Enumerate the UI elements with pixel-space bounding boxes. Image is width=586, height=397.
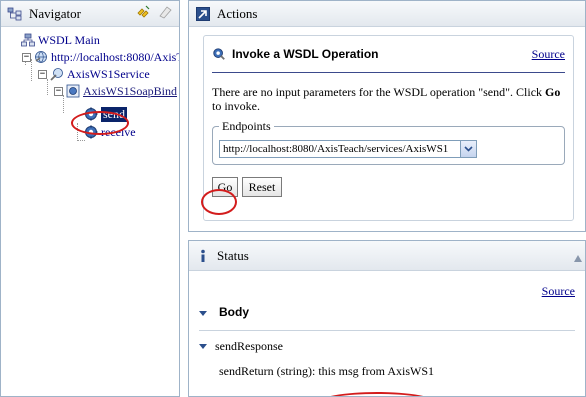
tree-item-receive[interactable]: receive [84, 124, 136, 140]
collapse-triangle-icon[interactable] [199, 310, 207, 316]
return-label: sendReturn (string): [219, 364, 316, 378]
eraser-icon[interactable] [157, 4, 173, 24]
tree-label-binding: AxisWS1SoapBind [83, 83, 178, 98]
response-label: sendResponse [215, 339, 283, 353]
invoke-operation-panel: Invoke a WSDL Operation Source There are… [203, 35, 574, 221]
actions-pane: Actions Invoke a WSDL Operation Source T… [188, 0, 586, 232]
tree-label-wsdl-main: WSDL Main [38, 32, 100, 47]
status-source-link[interactable]: Source [542, 284, 575, 298]
tree-item-endpoint-url[interactable]: − http://localhost:8080/AxisT [22, 49, 180, 65]
binding-icon [66, 84, 80, 98]
operation-title: Invoke a WSDL Operation [232, 47, 379, 61]
actions-arrow-icon [195, 6, 211, 22]
link-icon[interactable] [135, 4, 151, 24]
wsdl-tree: WSDL Main − http://localhost:8080/AxisT … [1, 27, 179, 141]
status-title: Status [217, 247, 249, 263]
tree-item-binding[interactable]: − AxisWS1SoapBind [54, 83, 177, 99]
navigator-pane: Navigator WSDL Main − http://localhost:8… [0, 0, 180, 397]
tree-label-send: send [101, 106, 127, 122]
go-button[interactable]: Go [212, 177, 238, 197]
globe-service-icon [34, 50, 48, 64]
collapse-icon[interactable]: − [54, 86, 63, 96]
actions-header: Actions [189, 1, 585, 27]
collapse-icon[interactable]: − [38, 69, 47, 79]
operation-message: There are no input parameters for the WS… [212, 85, 565, 113]
highlight-ring-result [317, 392, 437, 396]
tree-item-send[interactable]: send [84, 106, 127, 122]
navigator-header: Navigator [1, 1, 179, 27]
tree-label-endpoint-url: http://localhost:8080/AxisT [51, 49, 180, 64]
divider [212, 72, 565, 73]
tree-item-wsdl-main[interactable]: WSDL Main [21, 32, 100, 48]
maximize-icon[interactable] [573, 251, 583, 262]
endpoints-legend: Endpoints [222, 119, 271, 133]
tree-label-receive: receive [101, 124, 136, 139]
collapse-icon[interactable]: − [22, 52, 31, 62]
reset-button[interactable]: Reset [242, 177, 282, 197]
gear-icon [84, 125, 98, 139]
status-content: Source Body sendResponse sendReturn (str… [189, 284, 585, 396]
send-response-node[interactable]: sendResponse [199, 339, 575, 354]
message-text-2: to invoke. [212, 99, 260, 113]
body-section-header[interactable]: Body [199, 305, 575, 320]
tree-item-service[interactable]: − AxisWS1Service [38, 66, 150, 82]
chevron-down-icon[interactable] [460, 141, 476, 157]
actions-title: Actions [217, 5, 258, 21]
status-header: Status [189, 241, 585, 271]
invoke-gear-icon [212, 47, 226, 61]
navigator-title: Navigator [29, 5, 81, 21]
info-icon [195, 248, 211, 264]
endpoints-group: Endpoints http://localhost:8080/AxisTeac… [212, 119, 565, 165]
return-value: this msg from AxisWS1 [318, 364, 435, 378]
actions-source-link[interactable]: Source [532, 47, 565, 62]
message-text-1: There are no input parameters for the WS… [212, 85, 546, 99]
wsdl-main-icon [21, 33, 35, 47]
endpoint-select[interactable]: http://localhost:8080/AxisTeach/services… [219, 140, 477, 158]
return-value-row: sendReturn (string): this msg from AxisW… [199, 364, 575, 379]
tree-label-service: AxisWS1Service [67, 66, 150, 81]
status-pane: Status Source Body sendResponse sendRetu… [188, 240, 586, 397]
body-title: Body [219, 305, 249, 319]
endpoint-select-value: http://localhost:8080/AxisTeach/services… [223, 143, 449, 155]
service-icon [50, 67, 64, 81]
gear-icon [84, 107, 98, 121]
collapse-triangle-icon[interactable] [199, 344, 207, 349]
navigator-icon [7, 6, 23, 22]
message-text-bold: Go [545, 85, 561, 99]
